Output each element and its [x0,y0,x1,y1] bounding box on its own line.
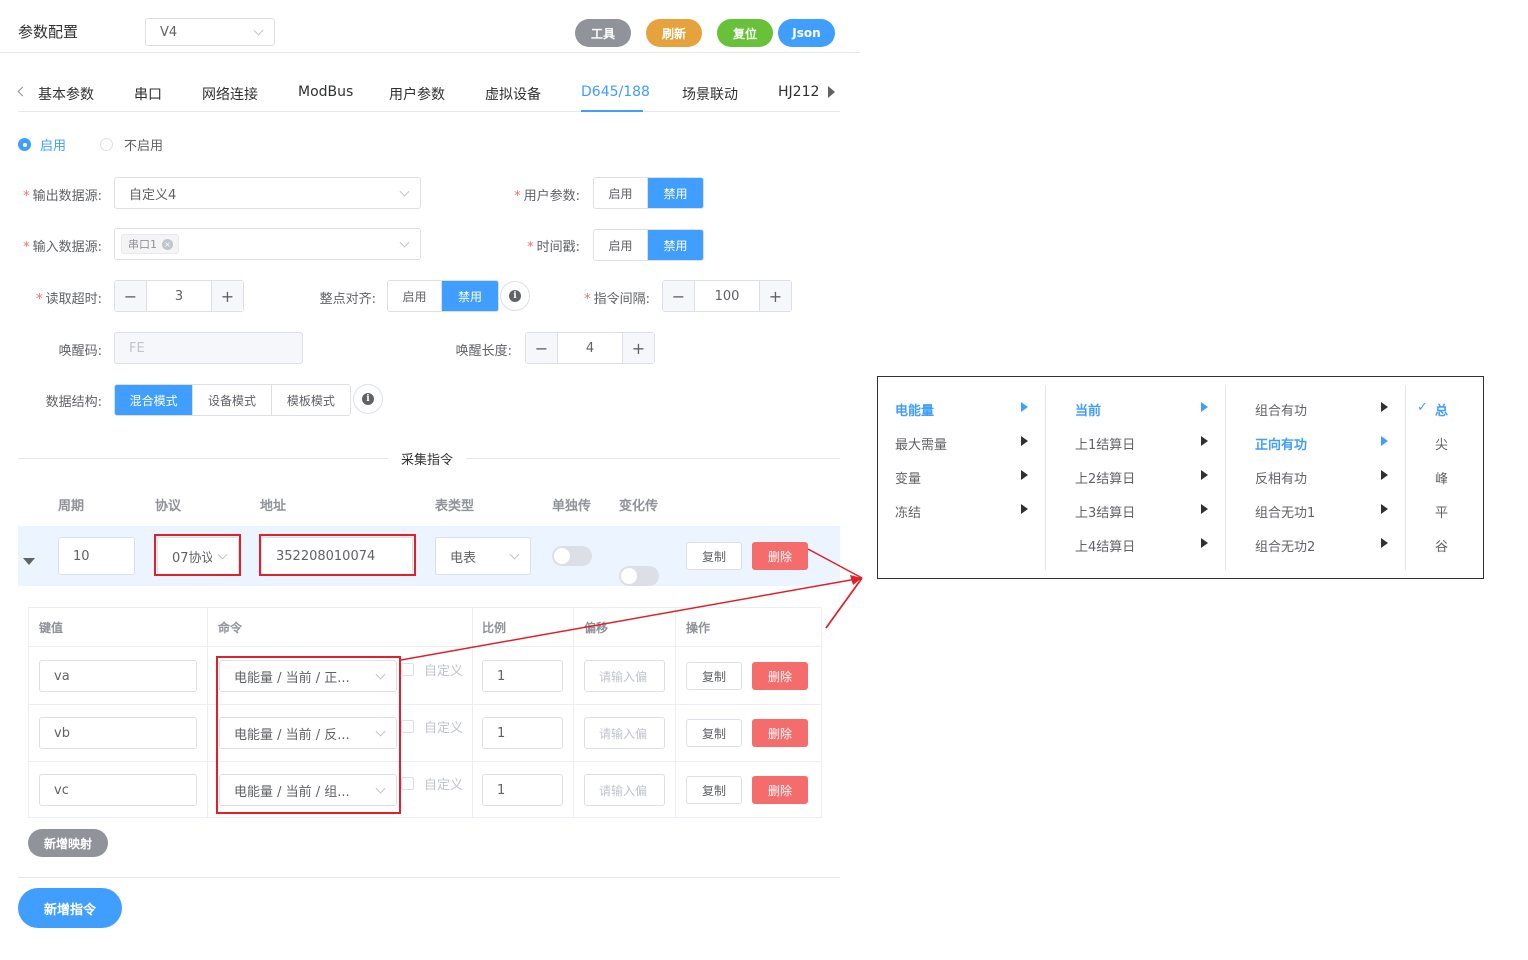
cascader-sep [1045,385,1046,570]
caret-right-icon [1021,470,1028,480]
cascader-c2-item[interactable]: 当前 [1075,400,1101,419]
caret-right-icon [1201,436,1208,446]
cascader-sep [1225,385,1226,570]
caret-right-icon [1021,402,1028,412]
cascader-c2-item[interactable]: 上2结算日 [1075,468,1135,487]
cascader-c4-item[interactable]: 尖 [1435,434,1448,453]
caret-right-icon [1201,470,1208,480]
caret-right-icon [1201,402,1208,412]
cascader-c1-item[interactable]: 变量 [895,468,921,487]
cascader-c3-item[interactable]: 反相有功 [1255,468,1307,487]
caret-right-icon [1201,504,1208,514]
cascader-c2-item[interactable]: 上4结算日 [1075,536,1135,555]
cascader-c3-item[interactable]: 正向有功 [1255,434,1307,453]
cascader-popup: 电能量 最大需量 变量 冻结 当前 上1结算日 上2结算日 上3结算日 上4结算… [877,376,1484,579]
caret-right-icon [1381,402,1388,412]
caret-right-icon [1381,538,1388,548]
caret-right-icon [1021,436,1028,446]
caret-right-icon [1381,470,1388,480]
cascader-c1-item[interactable]: 冻结 [895,502,921,521]
cascader-c4-item[interactable]: 平 [1435,502,1448,521]
cascader-c2-item[interactable]: 上1结算日 [1075,434,1135,453]
cascader-c3-item[interactable]: 组合有功 [1255,400,1307,419]
caret-right-icon [1381,436,1388,446]
caret-right-icon [1381,504,1388,514]
cascader-c4-item[interactable]: 峰 [1435,468,1448,487]
cascader-c3-item[interactable]: 组合无功1 [1255,502,1315,521]
cascader-sep [1405,385,1406,570]
cascader-c4-item[interactable]: 谷 [1435,536,1448,555]
caret-right-icon [1201,538,1208,548]
cascader-c3-item[interactable]: 组合无功2 [1255,536,1315,555]
cascader-c1-item[interactable]: 最大需量 [895,434,947,453]
cascader-c1-item[interactable]: 电能量 [895,400,934,419]
caret-right-icon [1021,504,1028,514]
check-icon: ✓ [1417,400,1428,415]
cascader-c2-item[interactable]: 上3结算日 [1075,502,1135,521]
cascader-c4-item[interactable]: 总 [1435,400,1448,419]
